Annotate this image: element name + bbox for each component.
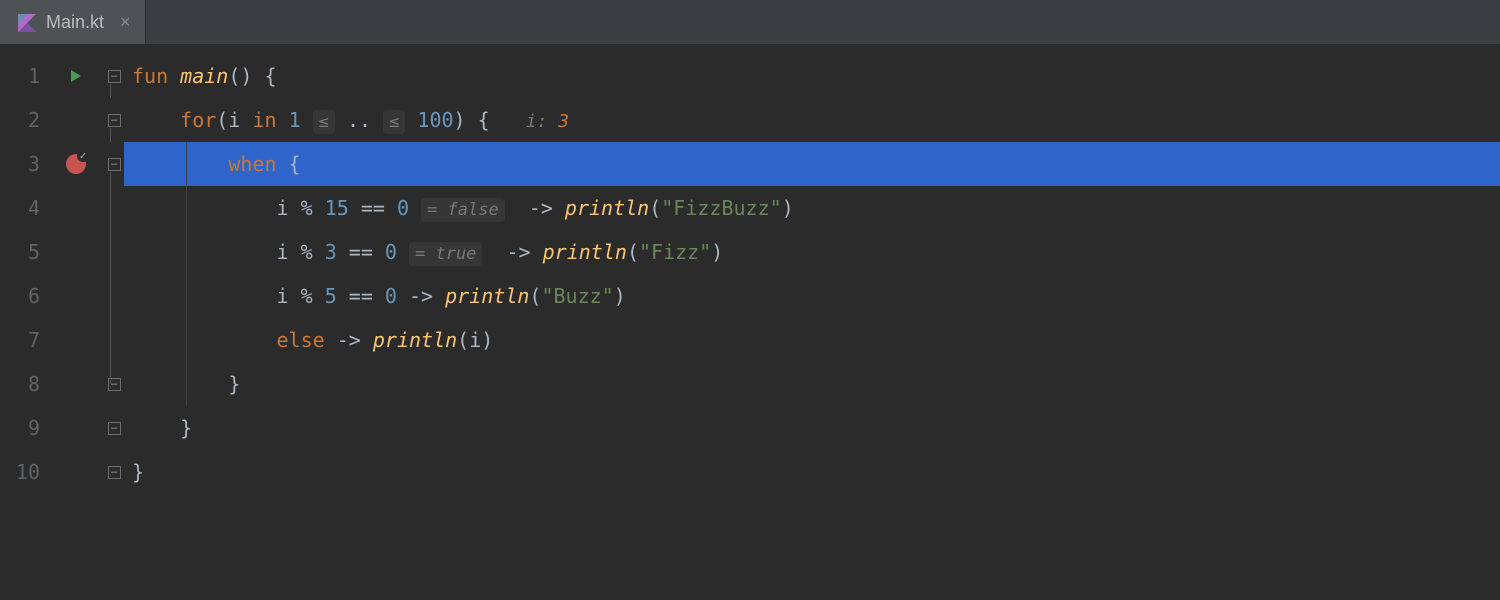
code-line[interactable]: i % 3 == 0 = true -> println("Fizz") (124, 230, 1500, 274)
run-gutter-icon[interactable] (48, 54, 104, 98)
code-line[interactable]: else -> println(i) (124, 318, 1500, 362)
inlay-hint: ≤ (313, 110, 335, 134)
fold-toggle-icon[interactable] (108, 114, 121, 127)
tab-bar: Main.kt × (0, 0, 1500, 44)
line-number: 3 (0, 142, 40, 186)
code-line[interactable]: fun main() { (124, 54, 1500, 98)
line-number-gutter: 1 2 3 4 5 6 7 8 9 10 (0, 44, 48, 600)
code-line[interactable]: i % 15 == 0 = false -> println("FizzBuzz… (124, 186, 1500, 230)
line-number: 5 (0, 230, 40, 274)
gutter-icons (48, 44, 104, 600)
code-editor[interactable]: 1 2 3 4 5 6 7 8 9 10 (0, 44, 1500, 600)
debug-inline-value: = true (409, 242, 482, 266)
fold-toggle-icon[interactable] (108, 158, 121, 171)
close-tab-icon[interactable]: × (120, 12, 131, 33)
fold-toggle-icon[interactable] (108, 70, 121, 83)
line-number: 8 (0, 362, 40, 406)
fold-gutter (104, 44, 124, 600)
line-number: 6 (0, 274, 40, 318)
code-line-current[interactable]: when { (124, 142, 1500, 186)
line-number: 10 (0, 450, 40, 494)
kotlin-file-icon (18, 13, 36, 31)
line-number: 1 (0, 54, 40, 98)
code-line[interactable]: for(i in 1 ≤ .. ≤ 100) { i: 3 (124, 98, 1500, 142)
line-number: 4 (0, 186, 40, 230)
fold-toggle-icon[interactable] (108, 466, 121, 479)
file-tab[interactable]: Main.kt × (0, 0, 146, 44)
code-line[interactable]: } (124, 450, 1500, 494)
code-area[interactable]: fun main() { for(i in 1 ≤ .. ≤ 100) { i:… (124, 44, 1500, 600)
inlay-hint: ≤ (383, 110, 405, 134)
fold-toggle-icon[interactable] (108, 422, 121, 435)
line-number: 9 (0, 406, 40, 450)
tab-filename: Main.kt (46, 12, 104, 33)
breakpoint-icon[interactable] (48, 142, 104, 186)
debug-inline-value: i: 3 (526, 111, 569, 132)
code-line[interactable]: i % 5 == 0 -> println("Buzz") (124, 274, 1500, 318)
line-number: 2 (0, 98, 40, 142)
debug-inline-value: = false (421, 198, 505, 222)
code-line[interactable]: } (124, 406, 1500, 450)
code-line[interactable]: } (124, 362, 1500, 406)
line-number: 7 (0, 318, 40, 362)
